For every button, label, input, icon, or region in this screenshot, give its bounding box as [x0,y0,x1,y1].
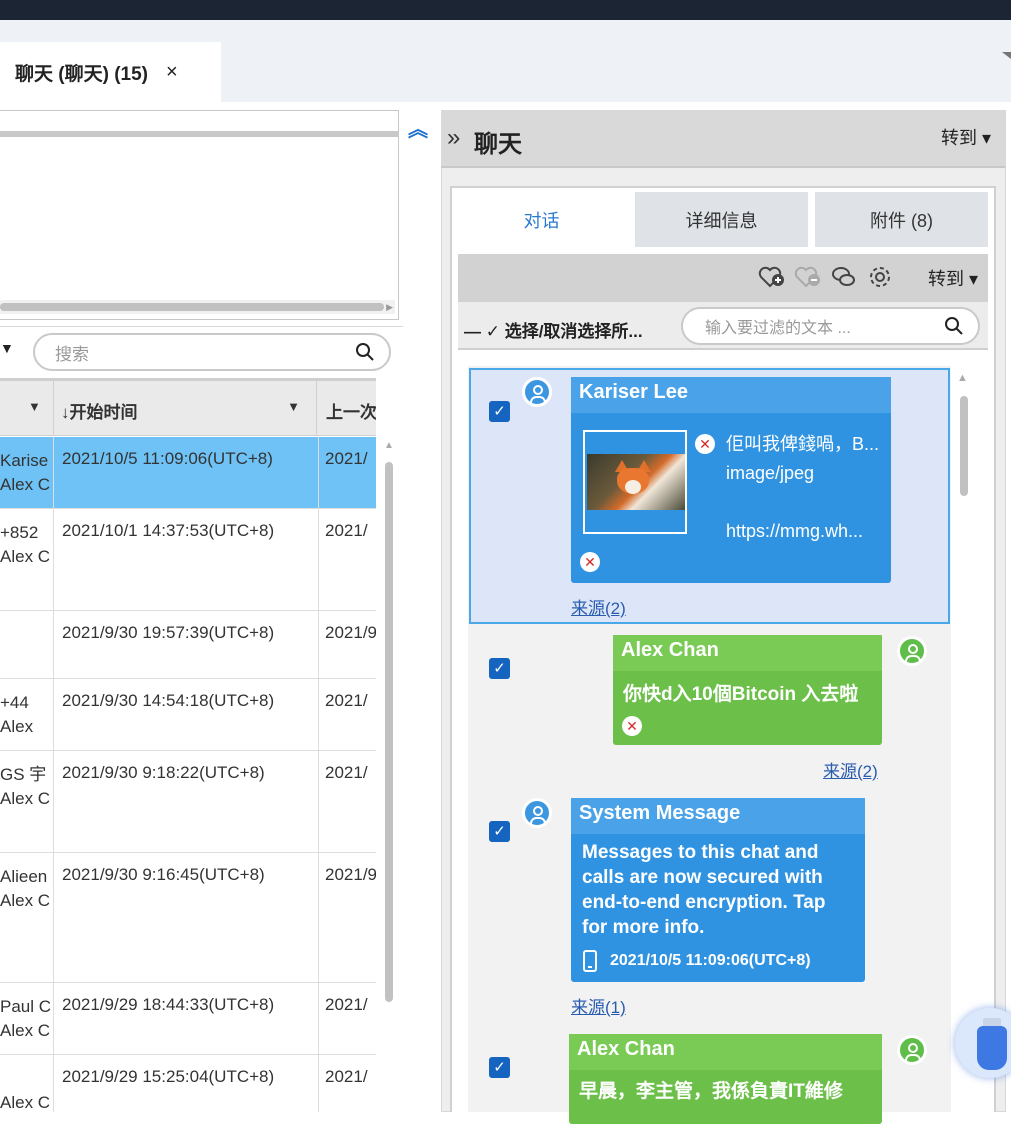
window-title-bar [0,0,1011,20]
add-tag-icon[interactable] [758,264,786,290]
filter-input[interactable]: 输入要过滤的文本 ... [681,307,980,345]
remove-tag-icon[interactable] [794,264,822,290]
tab-conversation[interactable]: 对话 [455,192,628,247]
search-icon[interactable] [944,316,964,336]
message-bubble: Alex Chan 早晨，李主管，我係負責IT維修 [569,1034,882,1124]
preview-panel [0,110,399,320]
source-link[interactable]: 来源(2) [823,757,878,782]
avatar-icon [522,798,552,828]
table-header: ▼ ↓开始时间 ▼ 上一次 [0,381,376,436]
table-row[interactable]: Alieen Alex C 2021/9/30 9:16:45(UTC+8) 20… [0,853,376,983]
tab-details[interactable]: 详细信息 [635,192,808,247]
message-checkbox[interactable]: ✓ [489,1057,510,1078]
message-checkbox[interactable]: ✓ [489,658,510,679]
chat-scrollbar[interactable]: ▲ [955,370,973,1112]
avatar-icon [897,636,927,666]
chat-list-table: ▼ ↓开始时间 ▼ 上一次 Karise Alex C 2021/10/5 11:0… [0,381,376,1112]
deleted-icon: ✕ [695,434,715,454]
comments-icon[interactable] [830,264,858,290]
attachment-url[interactable]: https://mmg.wh... [726,517,879,546]
message-text: 早晨，李主管，我係負責IT維修 [579,1081,843,1102]
message-checkbox[interactable]: ✓ [489,821,510,842]
column-header-last[interactable]: 上一次 [318,381,376,436]
message-sender: Alex Chan [569,1034,882,1070]
source-link[interactable]: 来源(2) [571,594,626,619]
table-row[interactable]: +852 Alex C 2021/10/1 14:37:53(UTC+8) 202… [0,509,376,611]
tab-overflow-icon[interactable] [1002,52,1011,59]
message-checkbox[interactable]: ✓ [489,401,510,422]
goto-dropdown[interactable]: 转到 ▾ [941,124,991,150]
column-header-participants[interactable]: ▼ [0,381,54,436]
avatar-icon [522,377,552,407]
message-text: Messages to this chat and calls are now … [582,842,826,938]
collapse-up-icon[interactable]: ︽ [408,113,428,142]
message-sender: System Message [571,798,865,834]
search-input[interactable]: 搜索 [33,333,391,371]
chat-toolbar: 转到 ▾ [458,254,988,302]
deleted-icon: ✕ [580,552,600,572]
chat-panel-header: » 聊天 转到 ▾ [441,110,1005,168]
settings-gear-icon[interactable] [866,264,894,290]
tab-attachments[interactable]: 附件 (8) [815,192,988,247]
image-thumbnail[interactable] [583,430,687,534]
table-row[interactable]: 2021/9/30 19:57:39(UTC+8) 2021/9 [0,611,376,679]
double-chevron-icon[interactable]: » [447,124,460,152]
search-icon[interactable] [355,342,375,362]
select-all-toggle[interactable]: — ✓ 选择/取消选择所... [464,317,643,342]
avatar-icon [897,1035,927,1065]
message-bubble: Kariser Lee ✕ 佢叫我俾錢喎，B... image/jpeg htt… [571,377,891,583]
table-row[interactable]: Alex C 2021/9/29 15:25:04(UTC+8) 2021/ [0,1055,376,1112]
table-row[interactable]: Karise Alex C 2021/10/5 11:09:06(UTC+8) 2… [0,437,376,509]
filter-dropdown-icon[interactable]: ▼ [0,340,14,356]
message-sender: Kariser Lee [571,377,891,413]
phone-icon [583,950,597,972]
table-row[interactable]: Paul C Alex C 2021/9/29 18:44:33(UTC+8) 2… [0,983,376,1055]
horizontal-scrollbar[interactable]: ▶ [0,300,395,314]
message-text: 你快d入10個Bitcoin 入去啦 [623,684,859,705]
table-row[interactable]: +44 Alex 2021/9/30 14:54:18(UTC+8) 2021/ [0,679,376,751]
close-icon[interactable]: × [166,61,178,84]
source-link[interactable]: 来源(1) [571,993,626,1018]
attachment-title: 佢叫我俾錢喎，B... [726,434,880,454]
column-header-start-time[interactable]: ↓开始时间 ▼ [55,381,317,436]
message-bubble: System Message Messages to this chat and… [571,798,865,982]
tab-chat[interactable]: 聊天 (聊天) (15) × [0,42,221,102]
deleted-icon: ✕ [622,716,642,736]
panel-title: 聊天 [474,131,522,158]
attachment-type: image/jpeg [726,463,815,483]
table-row[interactable]: GS 宇 Alex C 2021/9/30 9:18:22(UTC+8) 2021… [0,751,376,853]
toolbar-goto-dropdown[interactable]: 转到 ▾ [928,265,978,291]
tab-label: 聊天 (聊天) (15) [15,63,149,85]
message-bubble: Alex Chan 你快d入10個Bitcoin 入去啦 ✕ [613,635,882,745]
message-sender: Alex Chan [613,635,882,671]
vertical-scrollbar[interactable]: ▲ [382,440,396,1112]
message-time: 2021/10/5 11:09:06(UTC+8) [610,952,811,969]
